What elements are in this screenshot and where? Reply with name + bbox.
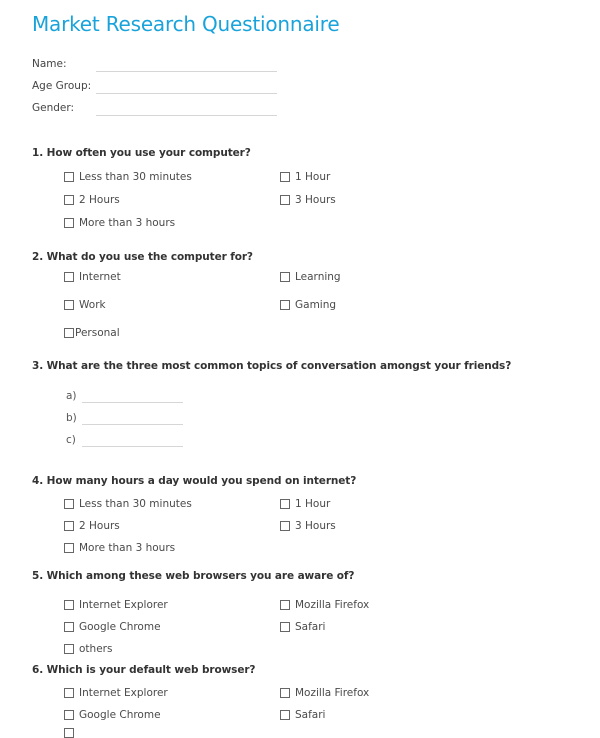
checkbox-icon[interactable]	[280, 499, 290, 509]
q4-option-1-hour[interactable]: 1 Hour	[280, 498, 330, 510]
checkbox-icon[interactable]	[64, 195, 74, 205]
checkbox-icon[interactable]	[280, 195, 290, 205]
checkbox-icon[interactable]	[280, 622, 290, 632]
answer-a-field[interactable]	[82, 402, 183, 403]
option-label: 3 Hours	[295, 194, 336, 206]
age-group-field[interactable]	[96, 93, 277, 94]
q5-option-safari[interactable]: Safari	[280, 621, 325, 633]
checkbox-icon[interactable]	[280, 272, 290, 282]
option-label: More than 3 hours	[79, 217, 176, 229]
q5-option-internet-explorer[interactable]: Internet Explorer	[64, 599, 168, 611]
option-label: More than 3 hours	[79, 542, 176, 554]
q6-option-safari[interactable]: Safari	[280, 709, 325, 721]
gender-field[interactable]	[96, 115, 277, 116]
q1-option-2-hours[interactable]: 2 Hours	[64, 194, 120, 206]
q4-option-more-than-3-hours[interactable]: More than 3 hours	[64, 542, 175, 554]
checkbox-icon[interactable]	[64, 218, 74, 228]
q5-option-google-chrome[interactable]: Google Chrome	[64, 621, 161, 633]
checkbox-icon[interactable]	[64, 172, 74, 182]
option-label: 2 Hours	[79, 194, 120, 206]
answer-b-field[interactable]	[82, 424, 183, 425]
q2-option-gaming[interactable]: Gaming	[280, 299, 336, 311]
option-label: 3 Hours	[295, 520, 336, 532]
checkbox-icon[interactable]	[64, 300, 74, 310]
checkbox-icon[interactable]	[64, 543, 74, 553]
question-2: 2. What do you use the computer for?	[32, 251, 253, 263]
q4-option-2-hours[interactable]: 2 Hours	[64, 520, 120, 532]
option-label: Work	[79, 299, 106, 311]
checkbox-icon[interactable]	[64, 622, 74, 632]
q1-option-less-than-30-minutes[interactable]: Less than 30 minutes	[64, 171, 192, 183]
checkbox-icon[interactable]	[280, 521, 290, 531]
gender-label: Gender:	[32, 102, 75, 114]
checkbox-icon[interactable]	[64, 600, 74, 610]
option-label: Personal	[75, 327, 120, 339]
page-title: Market Research Questionnaire	[32, 12, 340, 36]
q6-option-mozilla-firefox[interactable]: Mozilla Firefox	[280, 687, 369, 699]
option-label: Gaming	[295, 299, 337, 311]
checkbox-icon[interactable]	[64, 710, 74, 720]
question-3: 3. What are the three most common topics…	[32, 360, 512, 372]
question-4: 4. How many hours a day would you spend …	[32, 475, 357, 487]
q1-option-1-hour[interactable]: 1 Hour	[280, 171, 330, 183]
option-label: others	[79, 643, 113, 655]
q2-option-personal[interactable]: Personal	[64, 327, 120, 339]
checkbox-icon[interactable]	[280, 300, 290, 310]
answer-c-field[interactable]	[82, 446, 183, 447]
option-label: Less than 30 minutes	[79, 498, 192, 510]
q2-option-learning[interactable]: Learning	[280, 271, 341, 283]
option-label: Safari	[295, 621, 326, 633]
question-6: 6. Which is your default web browser?	[32, 664, 256, 676]
option-label: Less than 30 minutes	[79, 171, 192, 183]
option-label: Internet	[79, 271, 121, 283]
option-label: Mozilla Firefox	[295, 599, 370, 611]
q6-option-google-chrome[interactable]: Google Chrome	[64, 709, 161, 721]
answer-a-label: a)	[66, 390, 77, 402]
name-label: Name:	[32, 58, 67, 70]
option-label: Learning	[295, 271, 341, 283]
checkbox-icon[interactable]	[280, 600, 290, 610]
checkbox-icon[interactable]	[280, 710, 290, 720]
checkbox-icon[interactable]	[64, 521, 74, 531]
option-label: Mozilla Firefox	[295, 687, 370, 699]
option-label: 1 Hour	[295, 498, 331, 510]
q5-option-others[interactable]: others	[64, 643, 112, 655]
answer-b-label: b)	[66, 412, 77, 424]
option-label: Internet Explorer	[79, 687, 168, 699]
checkbox-icon[interactable]	[64, 499, 74, 509]
answer-c-label: c)	[66, 434, 76, 446]
checkbox-icon[interactable]	[64, 328, 74, 338]
option-label: Internet Explorer	[79, 599, 168, 611]
q1-option-3-hours[interactable]: 3 Hours	[280, 194, 336, 206]
question-1: 1. How often you use your computer?	[32, 147, 251, 159]
checkbox-icon[interactable]	[280, 172, 290, 182]
name-field[interactable]	[96, 71, 277, 72]
checkbox-icon[interactable]	[64, 272, 74, 282]
q2-option-internet[interactable]: Internet	[64, 271, 121, 283]
q4-option-3-hours[interactable]: 3 Hours	[280, 520, 336, 532]
q2-option-work[interactable]: Work	[64, 299, 106, 311]
checkbox-icon[interactable]	[64, 644, 74, 654]
option-label: Google Chrome	[79, 621, 161, 633]
q1-option-more-than-3-hours[interactable]: More than 3 hours	[64, 217, 175, 229]
q6-option-internet-explorer[interactable]: Internet Explorer	[64, 687, 168, 699]
q4-option-less-than-30-minutes[interactable]: Less than 30 minutes	[64, 498, 192, 510]
option-label: Google Chrome	[79, 709, 161, 721]
question-5: 5. Which among these web browsers you ar…	[32, 570, 355, 582]
option-label: Safari	[295, 709, 326, 721]
q5-option-mozilla-firefox[interactable]: Mozilla Firefox	[280, 599, 369, 611]
checkbox-icon[interactable]	[280, 688, 290, 698]
option-label: 2 Hours	[79, 520, 120, 532]
age-group-label: Age Group:	[32, 80, 92, 92]
checkbox-icon[interactable]	[64, 688, 74, 698]
option-label: 1 Hour	[295, 171, 331, 183]
